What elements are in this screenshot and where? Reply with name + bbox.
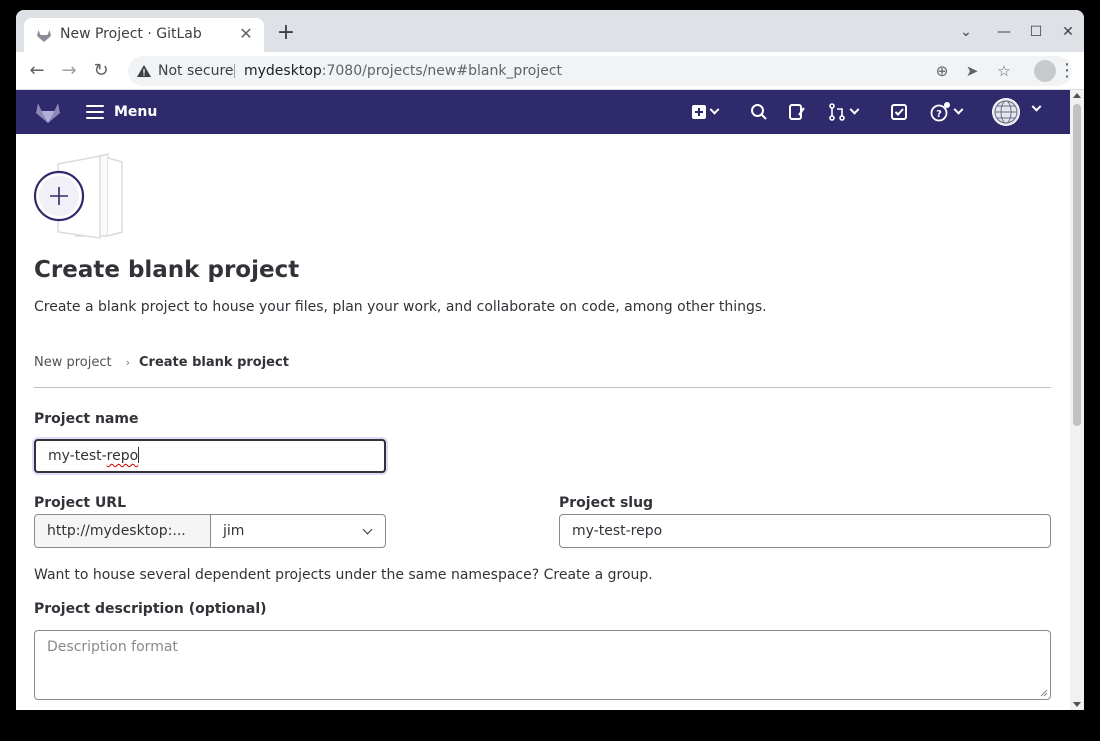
browser-tab[interactable]: New Project · GitLab ✕: [24, 18, 264, 52]
close-window-icon[interactable]: ✕: [1058, 22, 1078, 42]
close-tab-icon[interactable]: ✕: [236, 24, 256, 44]
text-cursor: [138, 447, 140, 463]
avatar-chevron-down-icon[interactable]: [1031, 101, 1042, 112]
namespace-value: jim: [223, 523, 245, 539]
avatar-globe-icon: [993, 99, 1019, 125]
gitlab-logo-icon[interactable]: [34, 100, 62, 124]
divider: [34, 387, 1051, 388]
description-placeholder: Description format: [47, 639, 178, 655]
scroll-down-icon[interactable]: [1073, 702, 1081, 707]
url-text[interactable]: mydesktop:7080/projects/new#blank_projec…: [244, 63, 562, 79]
menu-label: Menu: [114, 104, 158, 120]
not-secure-label: Not secure: [158, 63, 234, 79]
resize-grip-icon[interactable]: [1040, 689, 1048, 697]
bookmark-star-icon[interactable]: ☆: [994, 61, 1014, 81]
chevron-down-icon: [849, 104, 860, 115]
namespace-help-text: Want to house several dependent projects…: [34, 567, 653, 583]
minimize-icon[interactable]: —: [994, 22, 1014, 42]
maximize-icon[interactable]: ☐: [1026, 22, 1046, 42]
todo-icon[interactable]: [890, 102, 908, 122]
new-project-illustration-icon: [34, 153, 123, 239]
omnibox-divider: [234, 64, 235, 78]
warning-icon: [137, 65, 151, 77]
svg-text:?: ?: [936, 109, 942, 120]
project-slug-label: Project slug: [559, 495, 654, 511]
send-icon[interactable]: ➤: [962, 61, 982, 81]
scroll-up-icon[interactable]: [1073, 93, 1081, 98]
merge-request-icon: [829, 103, 845, 121]
search-icon[interactable]: [750, 102, 768, 122]
breadcrumb-chevron-icon: ›: [125, 356, 131, 369]
namespace-select[interactable]: jim: [210, 514, 386, 548]
tab-title: New Project · GitLab: [60, 26, 202, 42]
reload-icon[interactable]: ↻: [90, 60, 112, 82]
new-tab-icon[interactable]: +: [274, 22, 298, 46]
project-url-prefix: http://mydesktop:...: [34, 514, 211, 548]
scroll-thumb[interactable]: [1073, 104, 1081, 426]
browser-menu-icon[interactable]: ⋮: [1056, 60, 1078, 82]
merge-requests-dropdown[interactable]: [828, 102, 860, 122]
page-description: Create a blank project to house your fil…: [34, 299, 767, 315]
zoom-icon[interactable]: ⊕: [932, 61, 952, 81]
gitlab-top-nav: Menu ?: [16, 90, 1070, 134]
breadcrumb-current: Create blank project: [139, 355, 289, 370]
page-scrollbar[interactable]: [1070, 90, 1084, 710]
back-icon[interactable]: ←: [26, 60, 48, 82]
project-slug-input[interactable]: my-test-repo: [559, 514, 1051, 548]
forward-icon[interactable]: →: [58, 60, 80, 82]
page-title: Create blank project: [34, 257, 300, 283]
project-name-input[interactable]: my-test-repo: [34, 439, 386, 473]
browser-window: New Project · GitLab ✕ + ⌄ — ☐ ✕ ← → ↻ N…: [16, 10, 1084, 710]
breadcrumb: New project › Create blank project: [34, 355, 289, 370]
help-dropdown[interactable]: ?: [930, 102, 964, 122]
chevron-down-icon: [709, 104, 720, 115]
project-description-textarea[interactable]: Description format: [34, 630, 1051, 700]
chevron-down-icon: [362, 524, 373, 535]
profile-icon[interactable]: [1034, 60, 1056, 82]
issues-icon[interactable]: [788, 102, 806, 122]
breadcrumb-new-project[interactable]: New project: [34, 355, 112, 370]
chevron-down-icon: [953, 104, 964, 115]
tab-search-icon[interactable]: ⌄: [956, 22, 976, 42]
project-description-label: Project description (optional): [34, 601, 267, 617]
project-name-label: Project name: [34, 411, 139, 427]
hamburger-icon: [86, 105, 104, 119]
browser-toolbar: ← → ↻ Not secure mydesktop:7080/projects…: [16, 52, 1084, 90]
project-url-label: Project URL: [34, 495, 127, 511]
gitlab-favicon-icon: [37, 30, 51, 42]
main-content: Create blank project Create a blank proj…: [16, 134, 1070, 710]
help-icon: ?: [930, 102, 950, 122]
plus-square-icon: [692, 105, 706, 119]
user-avatar[interactable]: [992, 98, 1020, 126]
menu-button[interactable]: Menu: [86, 102, 157, 122]
address-bar[interactable]: Not secure mydesktop:7080/projects/new#b…: [128, 56, 1072, 86]
tab-strip: New Project · GitLab ✕ + ⌄ — ☐ ✕: [16, 10, 1084, 52]
new-item-dropdown[interactable]: [692, 102, 720, 122]
